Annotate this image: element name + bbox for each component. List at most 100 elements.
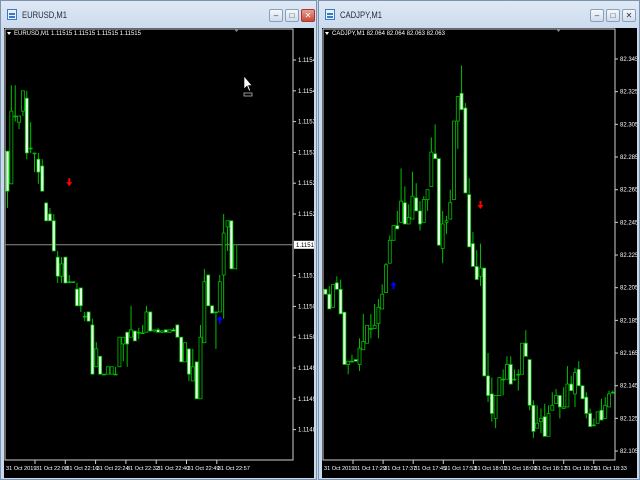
candle[interactable] (121, 336, 126, 362)
candle[interactable] (557, 395, 562, 419)
candle[interactable] (171, 327, 176, 332)
candle[interactable] (32, 152, 37, 173)
candle[interactable] (368, 313, 373, 339)
candle[interactable] (595, 411, 600, 424)
candle[interactable] (482, 267, 487, 377)
candle[interactable] (399, 168, 403, 223)
candle[interactable] (148, 311, 153, 332)
candle[interactable] (202, 268, 207, 344)
candle[interactable] (452, 120, 456, 200)
candle[interactable] (610, 390, 615, 394)
candle[interactable] (190, 348, 195, 382)
candle[interactable] (384, 263, 388, 293)
candle[interactable] (365, 324, 369, 344)
candle[interactable] (44, 202, 48, 222)
candle[interactable] (437, 158, 441, 246)
candle[interactable] (198, 324, 203, 400)
candle[interactable] (520, 342, 524, 375)
candle[interactable] (448, 189, 453, 220)
candle[interactable] (429, 137, 434, 187)
candle[interactable] (425, 189, 430, 211)
candle[interactable] (159, 329, 164, 333)
candle[interactable] (607, 390, 611, 408)
candle[interactable] (67, 274, 72, 283)
candle[interactable] (508, 356, 513, 385)
candle[interactable] (569, 375, 574, 392)
candle[interactable] (471, 232, 475, 267)
candle[interactable] (406, 204, 411, 225)
candle[interactable] (402, 186, 407, 225)
candlestick-chart[interactable]: 1.11545 1.11540 1.11535 1.11530 1.11525 1.115… (4, 28, 314, 478)
candle[interactable] (550, 392, 555, 411)
candle[interactable] (505, 356, 509, 380)
candle[interactable] (75, 282, 79, 307)
candle[interactable] (163, 329, 168, 333)
candle[interactable] (414, 183, 419, 212)
candle[interactable] (380, 284, 385, 310)
candlestick-chart[interactable]: 82.345 82.325 82.305 82.285 82.265 82.245 82.2… (322, 28, 637, 478)
candle[interactable] (573, 367, 577, 407)
candle[interactable] (51, 214, 56, 252)
candle[interactable] (194, 361, 199, 400)
candle[interactable] (576, 361, 581, 387)
chart-window-cadjpy[interactable]: CADJPY,M1 – □ ✕ 82.345 82.325 82.305 82.285… (318, 0, 640, 480)
candle[interactable] (48, 207, 52, 222)
candle[interactable] (433, 124, 438, 160)
candle[interactable] (132, 330, 137, 342)
shift-marker-icon[interactable] (556, 29, 561, 32)
candle[interactable] (591, 418, 596, 427)
candle[interactable] (372, 304, 377, 329)
collapse-triangle-icon[interactable] (7, 31, 11, 35)
candle[interactable] (206, 274, 211, 307)
candle[interactable] (493, 395, 498, 429)
candle[interactable] (444, 215, 449, 234)
close-button[interactable]: ✕ (622, 9, 636, 22)
candle[interactable] (71, 281, 76, 283)
candle[interactable] (391, 225, 396, 241)
candle[interactable] (55, 250, 60, 283)
candle[interactable] (603, 397, 608, 419)
candle[interactable] (167, 329, 172, 333)
candle[interactable] (78, 287, 83, 312)
collapse-triangle-icon[interactable] (325, 31, 329, 35)
candle[interactable] (40, 159, 45, 192)
candle[interactable] (24, 90, 29, 160)
candle[interactable] (9, 85, 14, 185)
candle[interactable] (501, 369, 506, 396)
candle[interactable] (214, 311, 218, 349)
candle[interactable] (102, 373, 106, 376)
title-bar[interactable]: EURUSD,M1 – □ ✕ (1, 1, 316, 27)
candle[interactable] (418, 201, 422, 231)
candle[interactable] (327, 286, 332, 310)
candle[interactable] (217, 274, 222, 313)
candle[interactable] (187, 348, 191, 381)
price-chart[interactable]: 82.345 82.325 82.305 82.285 82.265 82.245 82.2… (322, 28, 637, 478)
candle[interactable] (554, 388, 558, 405)
candle[interactable] (36, 153, 41, 184)
candle[interactable] (179, 336, 184, 363)
candle[interactable] (588, 408, 593, 427)
candle[interactable] (539, 408, 543, 434)
candle[interactable] (410, 171, 415, 220)
candle[interactable] (156, 327, 160, 333)
chart-window-eurusd[interactable]: EURUSD,M1 – □ ✕ 1.115451.115401.115351.1… (0, 0, 317, 480)
candle[interactable] (144, 305, 149, 333)
candle[interactable] (350, 354, 354, 363)
candle[interactable] (129, 305, 133, 338)
candle[interactable] (152, 329, 157, 333)
candle[interactable] (455, 96, 460, 149)
candle[interactable] (175, 324, 180, 338)
candle[interactable] (531, 400, 536, 438)
candle[interactable] (13, 85, 18, 122)
candle[interactable] (59, 257, 64, 283)
candle[interactable] (342, 311, 347, 365)
candle[interactable] (221, 214, 226, 319)
minimize-button[interactable]: – (269, 9, 283, 22)
candle[interactable] (599, 398, 604, 421)
candle[interactable] (82, 311, 87, 322)
candle[interactable] (331, 284, 335, 308)
candle[interactable] (546, 405, 551, 437)
candle[interactable] (113, 366, 118, 376)
candle[interactable] (527, 359, 532, 411)
candle[interactable] (395, 210, 400, 230)
